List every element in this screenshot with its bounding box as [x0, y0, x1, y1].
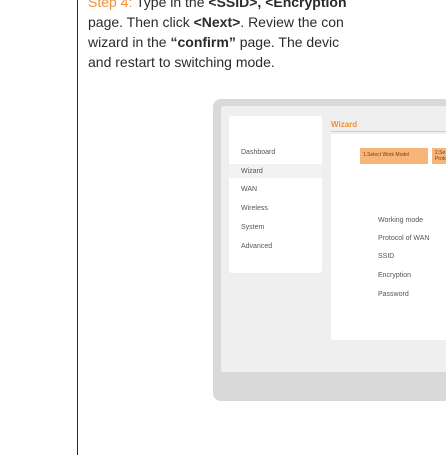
instruction-text-run: wizard in the — [88, 34, 171, 50]
instruction-text-run: page. Then click — [88, 14, 194, 30]
title-divider — [331, 131, 446, 132]
instruction-line-2: page. Then click <Next>. Review the con — [88, 12, 446, 32]
router-admin-screen: Dashboard Wizard WAN Wireless System Adv… — [221, 106, 446, 372]
instruction-text-run: Type in the — [132, 0, 209, 10]
instruction-line-3: wizard in the “confirm” page. The devic — [88, 32, 446, 52]
field-label-ssid: SSID — [378, 253, 395, 260]
wizard-panel: 1.Select Work Model 2.Se Proto Working m… — [331, 134, 446, 340]
field-label-password: Password — [378, 291, 409, 298]
field-label-encryption: Encryption — [378, 272, 412, 279]
step-label: Step 4: — [88, 0, 133, 10]
step-tab-select-work-model[interactable]: 1.Select Work Model — [360, 148, 428, 164]
screenshot-frame: Dashboard Wizard WAN Wireless System Adv… — [213, 99, 446, 401]
sidebar-item-wizard[interactable]: Wizard — [229, 164, 322, 178]
margin-rule — [77, 0, 78, 455]
sidebar-item-wan[interactable]: WAN — [241, 185, 257, 194]
ssid-encryption-bold: <SSID>, <Encryption — [208, 0, 347, 10]
instruction-text-run: and restart to switching mode. — [88, 54, 275, 70]
sidebar-item-wireless[interactable]: Wireless — [241, 204, 268, 213]
step-tab-protocol[interactable]: 2.Se Proto — [432, 148, 446, 164]
instruction-line-4: and restart to switching mode. — [88, 52, 446, 72]
field-label-protocol-of-wan: Protocol of WAN — [378, 235, 430, 242]
sidebar-item-advanced[interactable]: Advanced — [241, 242, 272, 251]
sidebar-item-dashboard[interactable]: Dashboard — [241, 148, 275, 157]
sidebar: Dashboard Wizard WAN Wireless System Adv… — [229, 116, 322, 273]
field-label-working-mode: Working mode — [378, 217, 424, 224]
confirm-quoted: “confirm” — [170, 34, 236, 50]
page-title: Wizard — [331, 120, 358, 129]
instruction-text-run: page. The devic — [235, 34, 340, 50]
next-bold: <Next> — [193, 14, 241, 30]
instruction-text: Step 4: Type in the <SSID>, <Encryption … — [88, 0, 446, 72]
sidebar-item-system[interactable]: System — [241, 223, 264, 232]
instruction-text-run: . Review the con — [240, 14, 344, 30]
instruction-line-1: Step 4: Type in the <SSID>, <Encryption — [88, 0, 446, 12]
